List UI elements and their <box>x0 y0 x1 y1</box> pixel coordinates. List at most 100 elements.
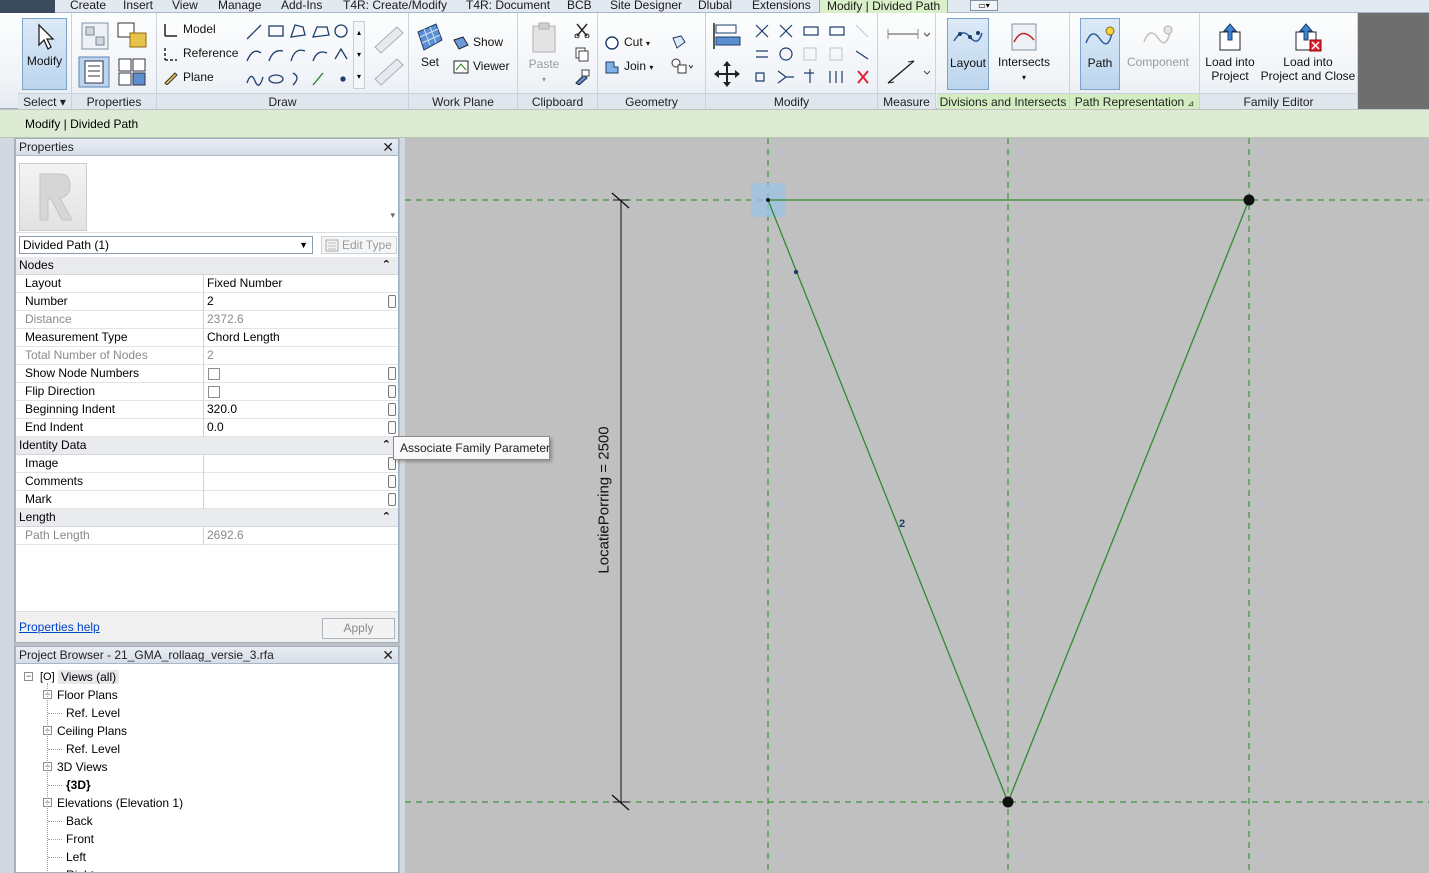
load-into-project-and-close-button[interactable]: Load into Project and Close <box>1260 18 1356 90</box>
measure-icon[interactable] <box>884 23 930 45</box>
model-line-button[interactable]: Model <box>163 21 216 37</box>
property-group-header[interactable]: Nodes ⌃ <box>16 257 398 275</box>
browser-tree-item[interactable]: Ref. Level <box>66 706 120 720</box>
align-icon[interactable] <box>712 21 742 51</box>
type-properties-icon[interactable] <box>116 56 148 88</box>
reference-point-bottom[interactable] <box>1002 796 1014 808</box>
tab-t4r-create-modify[interactable]: T4R: Create/Modify <box>343 0 447 13</box>
intersects-button[interactable]: Intersects ▾ <box>995 18 1053 90</box>
tab-t4r-document[interactable]: T4R: Document <box>466 0 550 13</box>
tab-add-ins[interactable]: Add-Ins <box>281 0 322 13</box>
cut-geometry-button[interactable]: Cut ▾ <box>604 34 650 52</box>
component-button[interactable]: Component <box>1122 18 1194 90</box>
divided-path-left[interactable] <box>767 199 1009 803</box>
drawing-canvas[interactable]: 2 <box>405 138 1429 873</box>
show-work-plane-button[interactable]: Show <box>453 34 503 50</box>
properties-help-link[interactable]: Properties help <box>19 620 100 634</box>
reference-line-button[interactable]: Reference <box>163 45 238 61</box>
set-work-plane-button[interactable]: Set <box>413 18 447 78</box>
property-value[interactable] <box>203 455 385 473</box>
property-checkbox[interactable] <box>208 386 220 398</box>
property-value[interactable] <box>203 365 385 383</box>
browser-tree-item[interactable]: Elevations (Elevation 1) <box>57 796 183 810</box>
apply-button[interactable]: Apply <box>322 618 395 639</box>
collapse-icon[interactable]: ⌃ <box>382 509 391 526</box>
path-start-point[interactable] <box>766 198 770 202</box>
browser-tree-item[interactable]: Ceiling Plans <box>57 724 127 738</box>
type-selector-preview[interactable]: ▾ <box>16 158 398 233</box>
associate-parameter-button[interactable] <box>388 367 396 380</box>
family-category-icon[interactable] <box>116 21 148 51</box>
reference-point-right[interactable] <box>1243 194 1255 206</box>
split-face-icon[interactable] <box>671 58 693 74</box>
associate-parameter-button[interactable] <box>388 403 396 416</box>
tab-dlubal[interactable]: Dlubal <box>698 0 732 13</box>
property-value[interactable]: 0.0 <box>203 419 385 437</box>
chevron-down-icon[interactable]: ▾ <box>390 210 395 221</box>
property-group-header[interactable]: Identity Data ⌃ <box>16 437 398 455</box>
property-value[interactable]: Fixed Number <box>203 275 385 293</box>
reference-plane-button[interactable]: Plane <box>163 69 214 86</box>
property-checkbox[interactable] <box>208 368 220 380</box>
type-selector-dropdown[interactable]: Divided Path (1) ▼ <box>19 236 313 254</box>
tab-view[interactable]: View <box>172 0 198 13</box>
properties-icon[interactable] <box>78 56 110 88</box>
tab-insert[interactable]: Insert <box>123 0 153 13</box>
modify-tools-grid[interactable] <box>752 21 874 91</box>
property-group-header[interactable]: Length ⌃ <box>16 509 398 527</box>
tab-site-designer[interactable]: Site Designer <box>610 0 682 13</box>
tree-collapse-toggle[interactable]: − <box>24 672 33 681</box>
browser-tree-item[interactable]: {3D} <box>66 778 91 792</box>
browser-tree-item[interactable]: Right <box>66 868 94 872</box>
close-icon[interactable]: ✕ <box>382 139 394 156</box>
draw-shapes-gallery[interactable] <box>243 21 355 89</box>
associate-parameter-button[interactable] <box>388 385 396 398</box>
match-type-icon[interactable] <box>574 69 590 85</box>
property-value[interactable] <box>203 383 385 401</box>
browser-tree-item[interactable]: Views (all) <box>58 670 120 684</box>
tab-bcb[interactable]: BCB <box>567 0 592 13</box>
application-menu-button[interactable] <box>0 0 55 13</box>
tab-manage[interactable]: Manage <box>218 0 261 13</box>
edit-type-button[interactable]: Edit Type <box>321 236 397 254</box>
property-value[interactable]: 2 <box>203 293 385 311</box>
browser-tree-item[interactable]: Back <box>66 814 93 828</box>
associate-parameter-button[interactable] <box>388 295 396 308</box>
property-value[interactable]: Chord Length <box>203 329 385 347</box>
load-into-project-button[interactable]: Load into Project <box>1202 18 1258 90</box>
collapse-icon[interactable]: ⌃ <box>382 437 391 454</box>
close-icon[interactable]: ✕ <box>382 647 394 664</box>
divided-path-right[interactable] <box>1007 199 1250 803</box>
associate-parameter-button[interactable] <box>388 475 396 488</box>
modify-button[interactable]: Modify <box>22 18 67 90</box>
browser-tree-item[interactable]: Left <box>66 850 86 864</box>
browser-tree-item[interactable]: Floor Plans <box>57 688 118 702</box>
tab-extensions[interactable]: Extensions <box>752 0 811 13</box>
copy-icon[interactable] <box>574 46 590 62</box>
collapse-icon[interactable]: ⌃ <box>382 257 391 274</box>
associate-parameter-button[interactable] <box>388 421 396 434</box>
tab-create[interactable]: Create <box>70 0 106 13</box>
browser-tree-item[interactable]: Front <box>66 832 94 846</box>
property-value[interactable] <box>203 473 385 491</box>
minimize-ribbon-dropdown[interactable]: ▭▾ <box>970 0 998 11</box>
move-icon[interactable] <box>712 59 742 89</box>
select-dropdown[interactable]: Select ▾ <box>18 93 71 109</box>
tab-modify-divided-path[interactable]: Modify | Divided Path <box>819 0 949 14</box>
path-representation-group-label[interactable]: Path Representation ⊿ <box>1070 93 1199 109</box>
property-value[interactable]: 320.0 <box>203 401 385 419</box>
browser-tree-item[interactable]: Ref. Level <box>66 742 120 756</box>
layout-button[interactable]: Layout <box>947 18 989 90</box>
family-types-icon[interactable] <box>80 21 110 51</box>
browser-tree-item[interactable]: 3D Views <box>57 760 107 774</box>
path-button[interactable]: Path <box>1080 18 1120 90</box>
join-geometry-button[interactable]: Join ▾ <box>604 58 653 76</box>
work-plane-viewer-button[interactable]: Viewer <box>453 58 509 74</box>
divided-path-node[interactable] <box>793 269 799 275</box>
associate-parameter-button[interactable] <box>388 493 396 506</box>
dimension-icon[interactable] <box>884 57 930 87</box>
draw-gallery-scroll[interactable]: ▴ ▾ ▾ <box>353 21 365 89</box>
paste-button[interactable]: Paste ▾ <box>524 18 564 86</box>
dimension-label[interactable]: LocatiePorring = 2500 <box>596 426 613 573</box>
scissors-icon[interactable] <box>574 22 590 38</box>
